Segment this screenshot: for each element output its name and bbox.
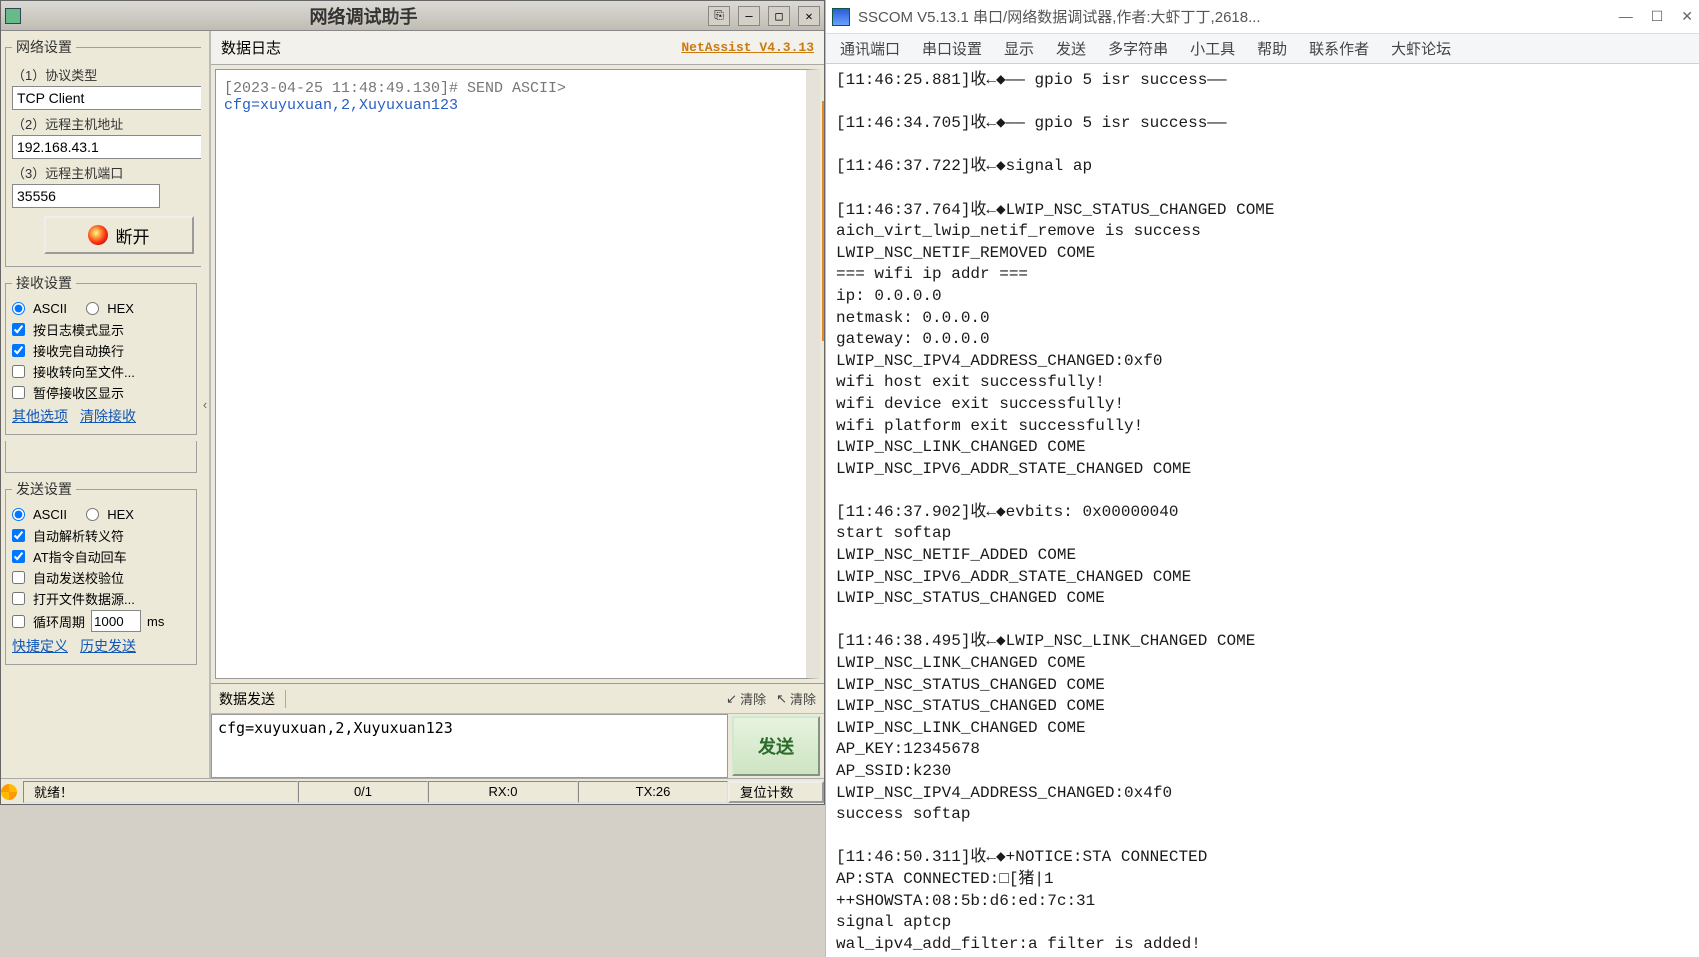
cycle-unit: ms [147, 614, 164, 629]
port-input[interactable] [12, 184, 160, 208]
scroll-indicator [822, 101, 824, 341]
recv-legend: 接收设置 [12, 273, 76, 293]
menu-port[interactable]: 通讯端口 [840, 38, 900, 59]
recv-hex-radio[interactable] [86, 302, 99, 315]
menu-tools[interactable]: 小工具 [1190, 38, 1235, 59]
minimize-button[interactable]: — [738, 6, 760, 26]
proto-label: （1）协议类型 [12, 65, 201, 84]
disconnect-label: 断开 [116, 223, 150, 248]
menu-help[interactable]: 帮助 [1257, 38, 1287, 59]
status-tx: TX:26 [578, 781, 728, 803]
maximize-button[interactable]: ☐ [1651, 8, 1664, 25]
send-button[interactable]: 发送 [732, 716, 820, 776]
menu-forum[interactable]: 大虾论坛 [1391, 38, 1451, 59]
history-link[interactable]: 历史发送 [80, 636, 136, 656]
tofile-checkbox[interactable] [12, 365, 25, 378]
escape-checkbox[interactable] [12, 529, 25, 542]
menu-multistr[interactable]: 多字符串 [1108, 38, 1168, 59]
autowrap-checkbox[interactable] [12, 344, 25, 357]
up-arrow-icon: ↖ [776, 691, 787, 707]
atret-checkbox[interactable] [12, 550, 25, 563]
logmode-checkbox[interactable] [12, 323, 25, 336]
checksum-checkbox[interactable] [12, 571, 25, 584]
net-settings-panel: 网络设置 （1）协议类型 ▾ （2）远程主机地址 ▾ （3）远程主机端口 断开 [5, 37, 201, 267]
divider [285, 690, 286, 708]
cycle-label: 循环周期 [33, 612, 85, 631]
netassist-window: 网络调试助手 ⎘ — □ ✕ 网络设置 （1）协议类型 ▾ （2）远程主机地址 … [0, 0, 825, 805]
close-button[interactable]: ✕ [798, 6, 820, 26]
net-settings-legend: 网络设置 [12, 37, 76, 57]
minimize-button[interactable]: — [1619, 8, 1633, 25]
protocol-select[interactable] [12, 86, 201, 110]
app-icon [5, 8, 21, 24]
statusbar: 就绪！ 0/1 RX:0 TX:26 复位计数 [1, 778, 824, 804]
send-hex-radio[interactable] [86, 508, 99, 521]
send-textarea[interactable] [211, 714, 728, 778]
log-entry-header: [2023-04-25 11:48:49.130]# SEND ASCII> [224, 80, 798, 97]
quickdef-link[interactable]: 快捷定义 [12, 636, 68, 656]
host-label: （2）远程主机地址 [12, 114, 201, 133]
status-ratio: 0/1 [298, 781, 428, 803]
port-label: （3）远程主机端口 [12, 163, 201, 182]
splitter-handle[interactable]: ‹ [201, 31, 209, 778]
sscom-window: SSCOM V5.13.1 串口/网络数据调试器,作者:大虾丁丁,2618...… [825, 0, 1699, 957]
window-title: 网络调试助手 [27, 3, 700, 29]
send-legend: 发送设置 [12, 479, 76, 499]
sscom-title: SSCOM V5.13.1 串口/网络数据调试器,作者:大虾丁丁,2618... [858, 6, 1611, 27]
cycle-checkbox[interactable] [12, 615, 25, 628]
reset-count-button[interactable]: 复位计数 [728, 781, 824, 803]
recv-other-link[interactable]: 其他选项 [12, 406, 68, 426]
pin-button[interactable]: ⎘ [708, 6, 730, 26]
fan-icon [1, 784, 17, 800]
menu-serial[interactable]: 串口设置 [922, 38, 982, 59]
record-dot-icon [88, 225, 108, 245]
menu-contact[interactable]: 联系作者 [1309, 38, 1369, 59]
log-area[interactable]: [2023-04-25 11:48:49.130]# SEND ASCII> c… [215, 69, 820, 679]
status-ready: 就绪！ [23, 781, 298, 803]
menu-display[interactable]: 显示 [1004, 38, 1034, 59]
recv-clear-link[interactable]: 清除接收 [80, 406, 136, 426]
down-arrow-icon: ↙ [726, 691, 737, 707]
cycle-input[interactable] [91, 610, 141, 632]
disconnect-button[interactable]: 断开 [44, 216, 194, 254]
send-settings-panel: 发送设置 ASCII HEX 自动解析转义符 AT指令自动回车 自动发送校验位 … [5, 479, 197, 665]
send-ascii-radio[interactable] [12, 508, 25, 521]
host-input[interactable] [12, 135, 201, 159]
log-header-label: 数据日志 [221, 37, 281, 58]
sendbar-label: 数据发送 [219, 689, 275, 709]
clear-send-button-2[interactable]: ↖清除 [776, 689, 816, 708]
sscom-icon [832, 8, 850, 26]
close-button[interactable]: ✕ [1681, 8, 1693, 25]
clear-send-button[interactable]: ↙清除 [726, 689, 766, 708]
main-area: 数据日志 NetAssist V4.3.13 [2023-04-25 11:48… [209, 31, 824, 778]
settings-sidebar: 网络设置 （1）协议类型 ▾ （2）远程主机地址 ▾ （3）远程主机端口 断开 [1, 31, 201, 778]
sscom-log[interactable]: [11:46:25.881]收←◆—— gpio 5 isr success——… [826, 64, 1699, 957]
file-source-checkbox[interactable] [12, 592, 25, 605]
sscom-titlebar[interactable]: SSCOM V5.13.1 串口/网络数据调试器,作者:大虾丁丁,2618...… [826, 0, 1699, 34]
maximize-button[interactable]: □ [768, 6, 790, 26]
pause-checkbox[interactable] [12, 386, 25, 399]
recv-ascii-radio[interactable] [12, 302, 25, 315]
brand-link[interactable]: NetAssist V4.3.13 [681, 40, 814, 55]
spacer-panel [5, 441, 197, 473]
status-rx: RX:0 [428, 781, 578, 803]
netassist-titlebar[interactable]: 网络调试助手 ⎘ — □ ✕ [1, 1, 824, 31]
log-entry-cmd: cfg=xuyuxuan,2,Xuyuxuan123 [224, 97, 798, 114]
sscom-menubar: 通讯端口 串口设置 显示 发送 多字符串 小工具 帮助 联系作者 大虾论坛 [826, 34, 1699, 64]
recv-settings-panel: 接收设置 ASCII HEX 按日志模式显示 接收完自动换行 接收转向至文件..… [5, 273, 197, 435]
menu-send[interactable]: 发送 [1056, 38, 1086, 59]
